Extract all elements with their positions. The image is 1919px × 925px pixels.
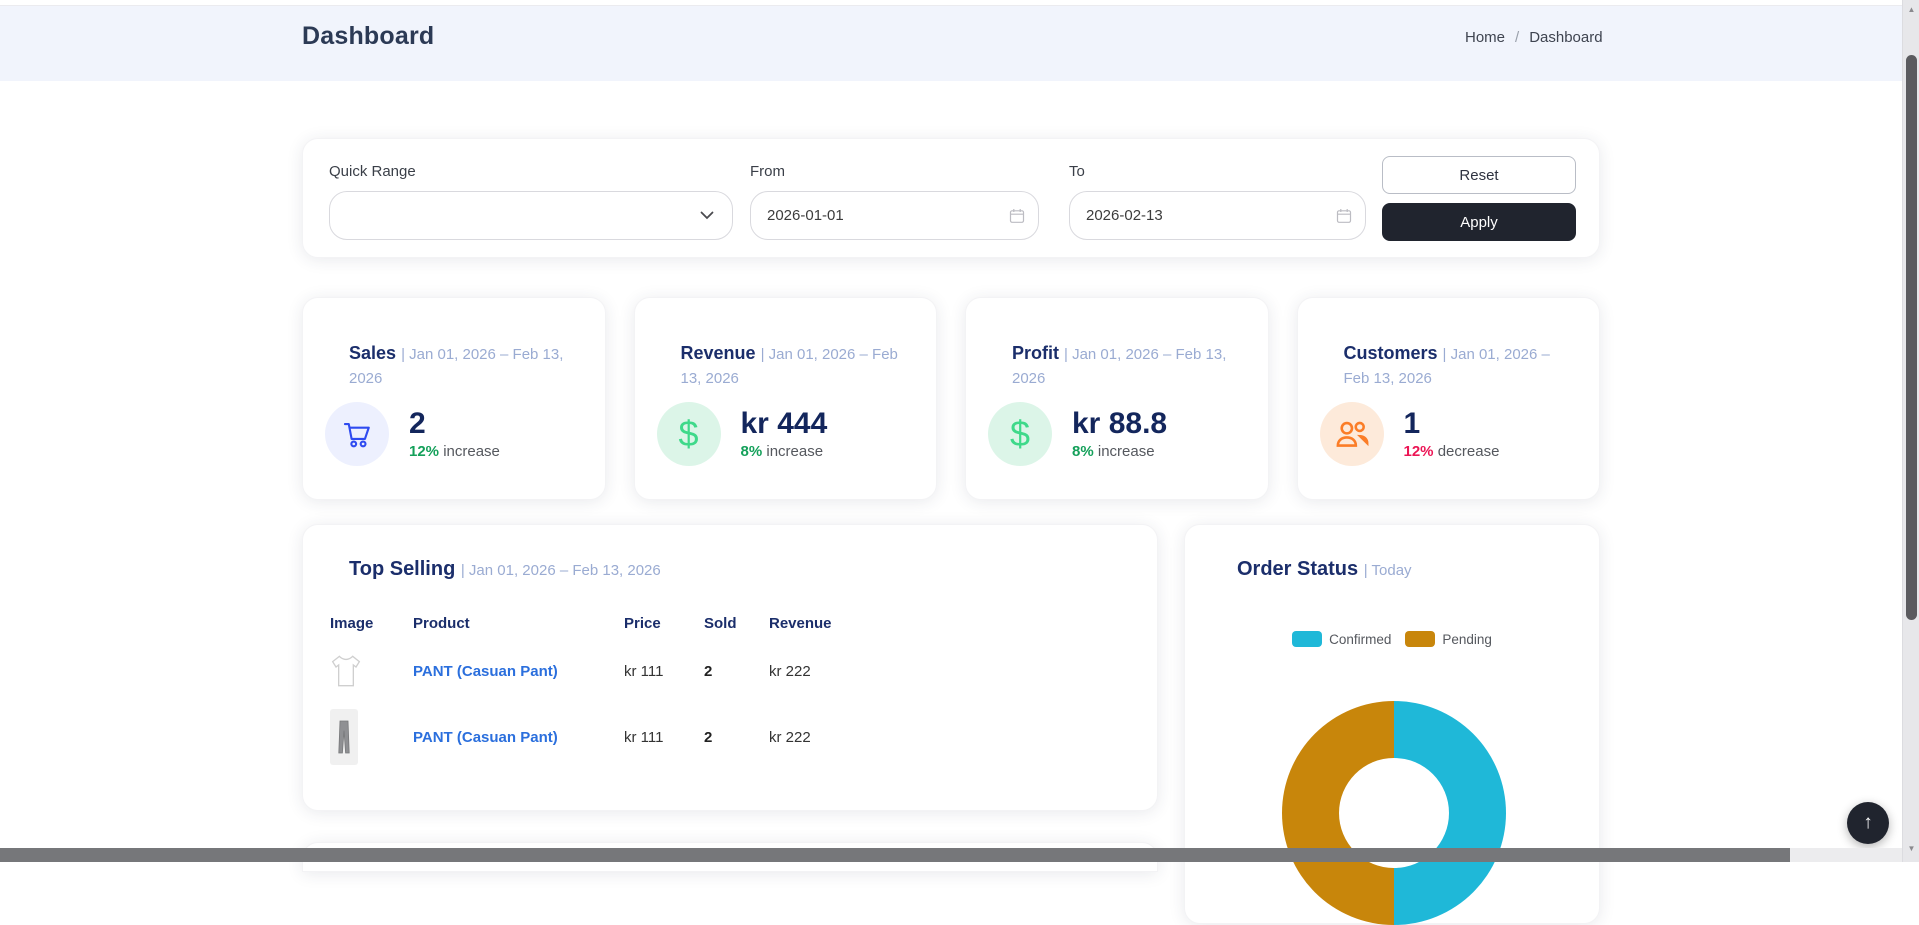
stat-value: 1 [1403,407,1421,440]
top-selling-card: Top Selling | Jan 01, 2026 – Feb 13, 202… [302,524,1158,811]
legend-item-pending[interactable]: Pending [1405,631,1492,647]
stat-delta-direction: increase [766,443,824,460]
table-row: PANT (Casuan Pant) kr 111 2 kr 222 [330,699,1137,775]
stat-title: Revenue [680,343,756,363]
filter-card: Quick Range From To Reset Apply [302,138,1600,258]
stat-delta-direction: increase [1097,443,1155,460]
table-header-row: Image Product Price Sold Revenue [330,607,1137,639]
stats-row: Sales | Jan 01, 2026 – Feb 13, 2026 2 12… [302,297,1600,500]
price-cell: kr 111 [624,662,664,680]
col-sold: Sold [704,614,737,632]
quick-range-label: Quick Range [329,163,416,180]
to-date-input[interactable] [1070,207,1365,224]
stat-card-revenue: Revenue | Jan 01, 2026 – Feb 13, 2026 $ … [633,297,937,500]
stat-delta-direction: decrease [1437,443,1500,460]
calendar-icon[interactable] [1009,208,1025,228]
col-product: Product [413,614,470,632]
pants-image [330,709,413,765]
stat-card-profit: Profit | Jan 01, 2026 – Feb 13, 2026 $ k… [965,297,1269,500]
top-selling-period: | Jan 01, 2026 – Feb 13, 2026 [460,562,661,579]
cart-icon [325,402,389,466]
breadcrumb: Home / Dashboard [1465,29,1603,46]
stat-delta-percent: 8% [740,443,763,460]
chevron-down-icon [700,207,714,224]
to-date-field [1069,191,1366,240]
to-label: To [1069,163,1085,180]
quick-range-select[interactable] [329,191,733,240]
stat-delta-percent: 12% [409,443,440,460]
sold-cell: 2 [704,662,713,680]
stat-value: kr 444 [740,407,828,440]
breadcrumb-home-link[interactable]: Home [1465,29,1505,46]
users-icon [1319,402,1384,466]
col-revenue: Revenue [769,614,832,632]
horizontal-scrollbar-thumb[interactable] [0,848,1790,862]
revenue-cell: kr 222 [769,662,811,680]
product-link[interactable]: PANT (Casuan Pant) [413,729,558,746]
dollar-icon: $ [988,402,1052,466]
stat-delta-percent: 12% [1403,443,1434,460]
stat-title: Sales [349,343,397,363]
price-cell: kr 111 [624,728,664,746]
apply-button[interactable]: Apply [1382,203,1576,241]
page-title: Dashboard [302,22,435,50]
col-image: Image [330,614,374,632]
scrollbar-up-arrow-icon[interactable]: ▲ [1903,1,1919,17]
dollar-icon: $ [656,402,721,466]
header-band [0,5,1902,81]
scrollbar-down-arrow-icon[interactable]: ▼ [1903,840,1919,856]
breadcrumb-separator: / [1515,29,1520,46]
breadcrumb-current: Dashboard [1529,29,1603,46]
reset-button[interactable]: Reset [1382,156,1576,194]
legend-chip-confirmed [1292,631,1323,647]
order-status-period: | Today [1363,562,1412,579]
table-row: PANT (Casuan Pant) kr 111 2 kr 222 [330,643,1137,699]
from-label: From [750,163,785,180]
top-selling-title: Top Selling [349,558,456,580]
vertical-scrollbar-thumb[interactable] [1906,55,1917,620]
stat-delta-percent: 8% [1072,443,1094,460]
legend-chip-pending [1405,631,1436,647]
stat-title: Customers [1343,343,1438,363]
stat-title: Profit [1012,343,1059,363]
calendar-icon[interactable] [1336,208,1352,228]
chart-legend: Confirmed Pending [1185,631,1599,647]
stat-value: 2 [409,407,426,440]
legend-item-confirmed[interactable]: Confirmed [1292,631,1391,647]
scroll-to-top-button[interactable]: ↑ [1847,802,1889,844]
order-status-title: Order Status [1237,558,1359,580]
arrow-up-icon: ↑ [1863,812,1873,833]
tshirt-image [330,653,413,689]
vertical-scrollbar[interactable]: ▲ ▼ [1902,0,1919,862]
order-status-donut [1282,701,1506,925]
order-status-card: Order Status | Today Confirmed Pending [1184,524,1600,925]
stat-value: kr 88.8 [1072,407,1168,440]
horizontal-scrollbar[interactable] [0,848,1902,862]
stat-card-customers: Customers | Jan 01, 2026 – Feb 13, 2026 … [1296,297,1600,500]
stat-card-sales: Sales | Jan 01, 2026 – Feb 13, 2026 2 12… [302,297,606,500]
legend-label: Confirmed [1329,631,1392,647]
revenue-cell: kr 222 [769,728,811,746]
from-date-field [750,191,1039,240]
product-link[interactable]: PANT (Casuan Pant) [413,663,558,680]
col-price: Price [624,614,661,632]
sold-cell: 2 [704,728,713,746]
legend-label: Pending [1442,631,1492,647]
from-date-input[interactable] [751,207,1038,224]
stat-delta-direction: increase [443,443,500,460]
